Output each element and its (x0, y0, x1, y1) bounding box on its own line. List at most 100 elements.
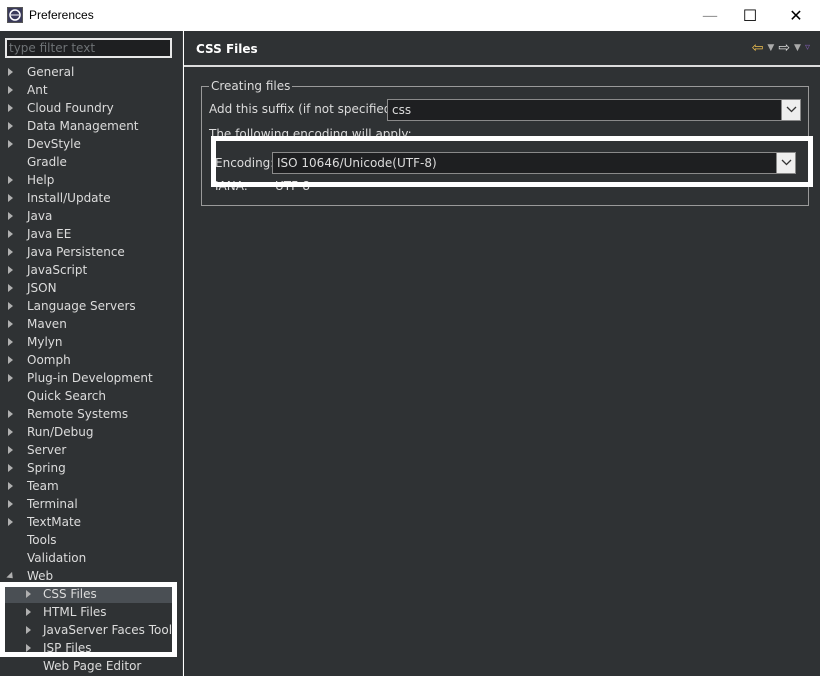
collapsed-arrow-icon[interactable] (8, 212, 13, 220)
filter-input[interactable]: type filter text (5, 38, 172, 58)
encoding-note: The following encoding will apply: (209, 127, 412, 141)
tree-item-label: Team (27, 479, 59, 493)
tree-item-label: Java EE (27, 227, 72, 241)
collapsed-arrow-icon[interactable] (8, 176, 13, 184)
collapsed-arrow-icon[interactable] (8, 338, 13, 346)
collapsed-arrow-icon[interactable] (8, 464, 13, 472)
tree-scrollbar[interactable] (175, 63, 182, 676)
tree-item-json[interactable]: JSON (0, 279, 176, 297)
encoding-dropdown-button[interactable] (776, 153, 795, 173)
collapsed-arrow-icon[interactable] (26, 608, 31, 616)
view-menu-icon[interactable]: ▿ (805, 40, 810, 56)
preferences-tree-pane: type filter text General Ant Cloud Foundry… (0, 31, 183, 676)
collapsed-arrow-icon[interactable] (8, 320, 13, 328)
collapsed-arrow-icon[interactable] (8, 428, 13, 436)
collapsed-arrow-icon[interactable] (26, 590, 31, 598)
tree-item-label: CSS Files (43, 587, 97, 601)
tree-child-item-jsp-files[interactable]: JSP Files (0, 639, 176, 657)
tree-item-label: TextMate (27, 515, 82, 529)
tree-item-java[interactable]: Java (0, 207, 176, 225)
collapsed-arrow-icon[interactable] (8, 86, 13, 94)
encoding-label: Encoding: (215, 156, 275, 170)
collapsed-arrow-icon[interactable] (8, 266, 13, 274)
tree-child-item-css-files[interactable]: CSS Files (0, 585, 176, 603)
tree-item-label: Remote Systems (27, 407, 129, 421)
tree-item-label: Gradle (27, 155, 67, 169)
page-header: CSS Files ⇦ ▼ ⇨ ▼ ▿ (184, 31, 820, 67)
suffix-combo[interactable]: css (387, 99, 801, 121)
collapsed-arrow-icon[interactable] (8, 482, 13, 490)
close-button[interactable]: ✕ (773, 0, 819, 31)
forward-dropdown-icon[interactable]: ▼ (794, 40, 801, 56)
tree-item-label: JavaServer Faces Tools (43, 623, 179, 637)
collapsed-arrow-icon[interactable] (26, 644, 31, 652)
collapsed-arrow-icon[interactable] (8, 302, 13, 310)
tree-item-java-persistence[interactable]: Java Persistence (0, 243, 176, 261)
tree-child-item-web-page-editor[interactable]: Web Page Editor (0, 657, 176, 675)
tree-item-maven[interactable]: Maven (0, 315, 176, 333)
back-arrow-icon[interactable]: ⇦ (752, 40, 764, 56)
tree-item-label: Web (27, 569, 54, 583)
suffix-dropdown-button[interactable] (781, 100, 800, 120)
tree-item-tools[interactable]: Tools (0, 531, 176, 549)
tree-item-textmate[interactable]: TextMate (0, 513, 176, 531)
collapsed-arrow-icon[interactable] (8, 68, 13, 76)
collapsed-arrow-icon[interactable] (8, 374, 13, 382)
tree-item-remote-systems[interactable]: Remote Systems (0, 405, 176, 423)
tree-item-label: Maven (27, 317, 67, 331)
collapsed-arrow-icon[interactable] (8, 356, 13, 364)
collapsed-arrow-icon[interactable] (8, 140, 13, 148)
tree-item-label: Data Management (27, 119, 139, 133)
suffix-value: css (392, 103, 412, 117)
minimize-icon: — (702, 6, 718, 25)
tree-item-quick-search[interactable]: Quick Search (0, 387, 176, 405)
tree-item-label: Java Persistence (27, 245, 125, 259)
tree-item-label: Cloud Foundry (27, 101, 114, 115)
tree-item-web[interactable]: Web (0, 567, 176, 585)
tree-item-team[interactable]: Team (0, 477, 176, 495)
collapsed-arrow-icon[interactable] (8, 248, 13, 256)
tree-child-item-javaserver-faces-tools[interactable]: JavaServer Faces Tools (0, 621, 179, 639)
tree-item-run-debug[interactable]: Run/Debug (0, 423, 176, 441)
collapsed-arrow-icon[interactable] (8, 194, 13, 202)
iana-value: UTF-8 (275, 179, 310, 193)
collapsed-arrow-icon[interactable] (8, 284, 13, 292)
tree-item-devstyle[interactable]: DevStyle (0, 135, 176, 153)
tree-item-general[interactable]: General (0, 63, 176, 81)
collapsed-arrow-icon[interactable] (26, 626, 31, 634)
tree-item-install-update[interactable]: Install/Update (0, 189, 176, 207)
tree-item-validation[interactable]: Validation (0, 549, 176, 567)
window-titlebar: Preferences — ☐ ✕ (0, 0, 820, 31)
collapsed-arrow-icon[interactable] (8, 500, 13, 508)
collapsed-arrow-icon[interactable] (8, 230, 13, 238)
tree-item-javascript[interactable]: JavaScript (0, 261, 176, 279)
encoding-combo[interactable]: ISO 10646/Unicode(UTF-8) (272, 152, 796, 174)
maximize-button[interactable]: ☐ (727, 0, 773, 31)
back-dropdown-icon[interactable]: ▼ (767, 40, 774, 56)
tree-item-terminal[interactable]: Terminal (0, 495, 176, 513)
collapsed-arrow-icon[interactable] (8, 410, 13, 418)
collapsed-arrow-icon[interactable] (8, 104, 13, 112)
tree-item-server[interactable]: Server (0, 441, 176, 459)
tree-item-gradle[interactable]: Gradle (0, 153, 176, 171)
preferences-tree: General Ant Cloud Foundry Data Management De… (0, 63, 179, 675)
collapsed-arrow-icon[interactable] (8, 518, 13, 526)
tree-item-label: Validation (27, 551, 87, 565)
tree-item-java-ee[interactable]: Java EE (0, 225, 176, 243)
tree-item-mylyn[interactable]: Mylyn (0, 333, 176, 351)
tree-item-cloud-foundry[interactable]: Cloud Foundry (0, 99, 176, 117)
tree-item-spring[interactable]: Spring (0, 459, 176, 477)
tree-item-oomph[interactable]: Oomph (0, 351, 176, 369)
expanded-arrow-icon[interactable] (6, 571, 16, 582)
collapsed-arrow-icon[interactable] (8, 122, 13, 130)
collapsed-arrow-icon[interactable] (8, 446, 13, 454)
tree-item-help[interactable]: Help (0, 171, 176, 189)
forward-arrow-icon[interactable]: ⇨ (778, 40, 790, 56)
tree-item-label: JavaScript (27, 263, 88, 277)
tree-item-plug-in-development[interactable]: Plug-in Development (0, 369, 176, 387)
tree-item-ant[interactable]: Ant (0, 81, 176, 99)
tree-item-language-servers[interactable]: Language Servers (0, 297, 176, 315)
tree-child-item-html-files[interactable]: HTML Files (0, 603, 176, 621)
tree-item-data-management[interactable]: Data Management (0, 117, 176, 135)
creating-files-group: Creating files Add this suffix (if not s… (201, 79, 809, 206)
